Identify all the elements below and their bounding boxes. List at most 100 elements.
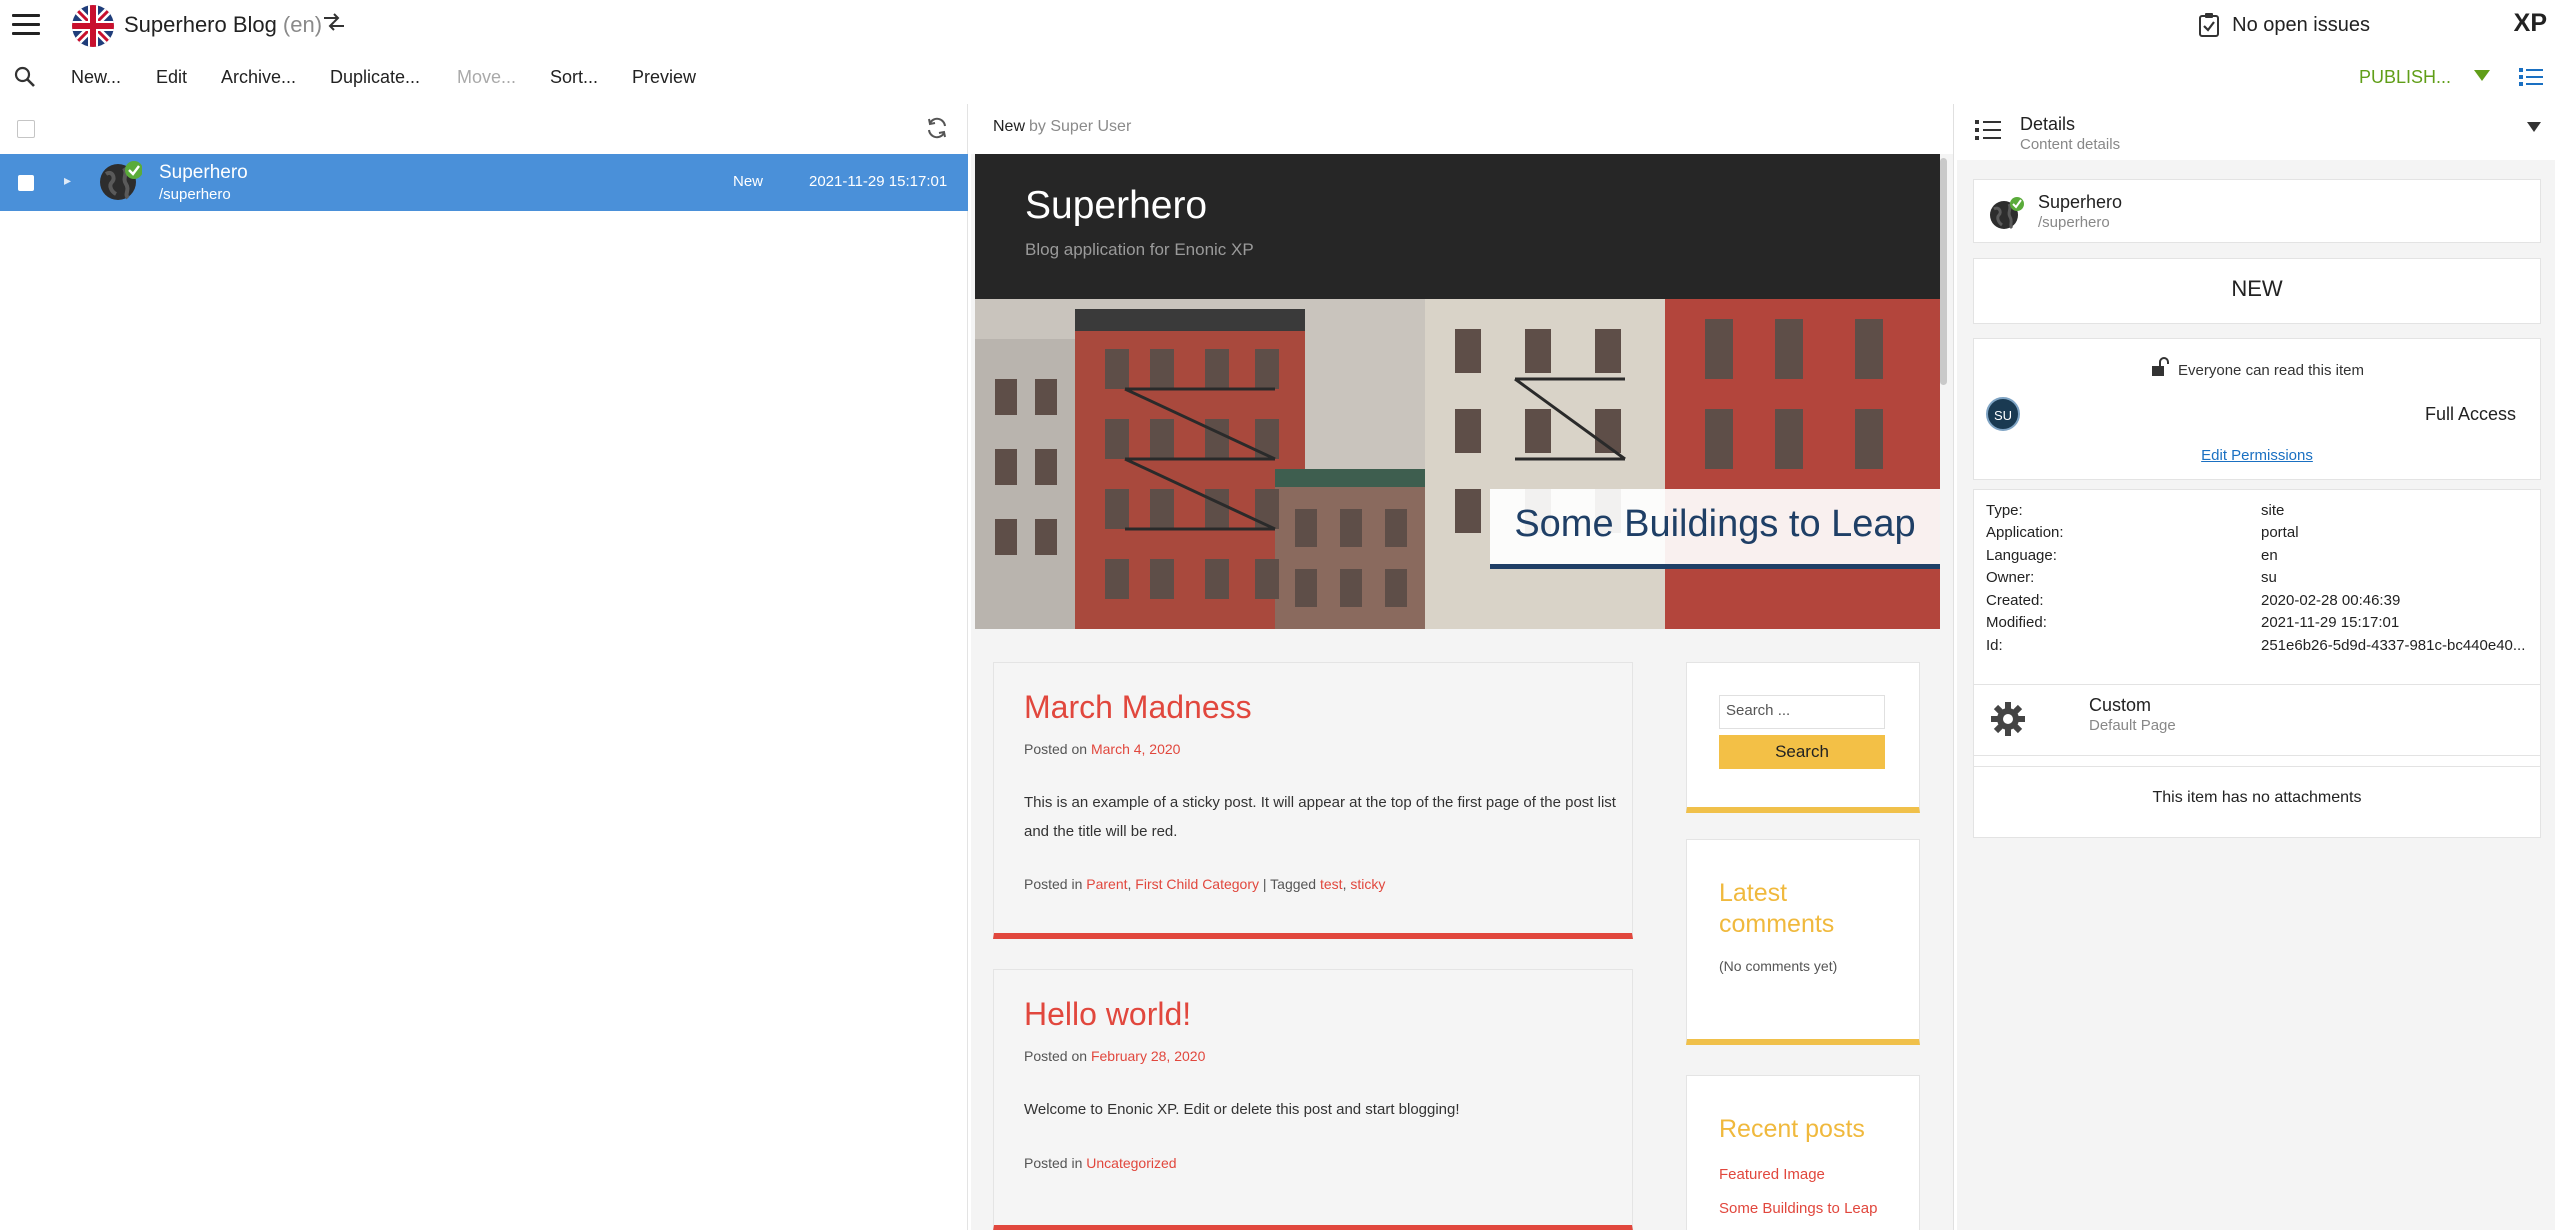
permissions-card: Everyone can read this item SU Full Acce… xyxy=(1973,338,2541,480)
property-value: su xyxy=(2261,569,2277,586)
unlock-icon xyxy=(2152,357,2170,376)
details-panel: Details Content details Superhero /super… xyxy=(1957,104,2555,1230)
sort-button[interactable]: Sort... xyxy=(550,67,598,88)
preview-button[interactable]: Preview xyxy=(632,67,696,88)
search-widget: Search ... Search xyxy=(1686,662,1920,813)
duplicate-button[interactable]: Duplicate... xyxy=(330,67,420,88)
post-meta: Posted on February 28, 2020 xyxy=(1024,1048,1205,1064)
edit-permissions-link[interactable]: Edit Permissions xyxy=(1974,447,2540,464)
preview-scrollbar[interactable] xyxy=(1940,158,1947,385)
content-tree-panel: ▸ Superhero /superhero New 2021-11-29 15… xyxy=(0,104,968,1230)
archive-button[interactable]: Archive... xyxy=(221,67,296,88)
no-comments-text: (No comments yet) xyxy=(1719,958,1838,974)
blog-post: Hello world! Posted on February 28, 2020… xyxy=(993,969,1633,1230)
gear-icon xyxy=(1990,701,2026,742)
details-title: Details xyxy=(2020,114,2076,134)
select-all-checkbox[interactable] xyxy=(17,120,35,138)
move-button[interactable]: Move... xyxy=(457,67,516,88)
property-value: 2020-02-28 00:46:39 xyxy=(2261,592,2401,609)
project-name: Superhero Blog xyxy=(124,12,277,37)
property-key: Owner: xyxy=(1986,569,2035,586)
issues-label: No open issues xyxy=(2232,13,2370,36)
recent-post-link[interactable]: Some Buildings to Leap xyxy=(1719,1200,1877,1217)
details-subtitle: Content details xyxy=(2020,136,2121,153)
property-key: Application: xyxy=(1986,524,2064,541)
post-title[interactable]: Hello world! xyxy=(1024,996,1191,1033)
property-key: Created: xyxy=(1986,592,2044,609)
property-key: Language: xyxy=(1986,547,2057,564)
site-header: Superhero Blog application for Enonic XP xyxy=(975,154,1940,299)
property-row: Modified: 2021-11-29 15:17:01 xyxy=(1986,614,2531,636)
issues-button[interactable]: No open issues xyxy=(2198,12,2370,38)
latest-comments-widget: Latest comments (No comments yet) xyxy=(1686,839,1920,1045)
attachments-card: This item has no attachments xyxy=(1973,766,2541,838)
site-title[interactable]: Superhero xyxy=(1025,184,1207,228)
attachments-text: This item has no attachments xyxy=(2152,789,2362,806)
page-template-card: Custom Default Page xyxy=(1973,684,2541,756)
recent-post-link[interactable]: Featured Image xyxy=(1719,1166,1825,1183)
publish-dropdown-icon[interactable] xyxy=(2473,68,2491,87)
preview-status: New xyxy=(993,118,1026,135)
expand-arrow-icon[interactable]: ▸ xyxy=(64,172,71,189)
publish-button[interactable]: PUBLISH... xyxy=(2359,67,2451,88)
clipboard-check-icon xyxy=(2199,13,2220,37)
property-value: en xyxy=(2261,547,2278,564)
post-title[interactable]: March Madness xyxy=(1024,689,1252,726)
refresh-icon[interactable] xyxy=(925,116,949,145)
widget-selector-dropdown-icon[interactable] xyxy=(2525,120,2543,139)
post-date-link[interactable]: February 28, 2020 xyxy=(1091,1048,1205,1064)
widget-title: Latest comments xyxy=(1719,879,1835,938)
hero-image: Some Buildings to Leap xyxy=(975,299,1940,629)
project-selector[interactable]: Superhero Blog (en) xyxy=(124,12,322,38)
widget-title: Recent posts xyxy=(1719,1115,1865,1143)
details-list-icon xyxy=(1975,118,2001,147)
permission-summary-text: Everyone can read this item xyxy=(2178,362,2364,379)
project-language: (en) xyxy=(282,12,323,37)
row-checkbox[interactable] xyxy=(18,175,34,191)
property-value: 2021-11-29 15:17:01 xyxy=(2261,614,2400,631)
post-date-link[interactable]: March 4, 2020 xyxy=(1091,741,1181,757)
tree-row[interactable]: ▸ Superhero /superhero New 2021-11-29 15… xyxy=(0,154,968,211)
category-link[interactable]: Parent xyxy=(1086,876,1127,892)
posted-in-label: Posted in xyxy=(1024,876,1083,892)
details-header: Details Content details xyxy=(1957,104,2555,160)
post-footer: Posted in Uncategorized xyxy=(1024,1155,1177,1171)
search-input[interactable]: Search ... xyxy=(1719,695,1885,729)
post-excerpt: This is an example of a sticky post. It … xyxy=(1024,794,1616,840)
preview-author: by Super User xyxy=(1029,118,1132,135)
access-level: Full Access xyxy=(2424,404,2516,424)
property-row: Id: 251e6b26-5d9d-4337-981c-bc440e40... xyxy=(1986,637,2531,659)
tag-link[interactable]: test xyxy=(1320,876,1343,892)
property-row: Application: portal xyxy=(1986,524,2531,546)
category-link[interactable]: Uncategorized xyxy=(1086,1155,1176,1171)
posted-on-label: Posted on xyxy=(1024,1048,1088,1064)
search-button[interactable]: Search xyxy=(1719,735,1885,769)
site-tagline: Blog application for Enonic XP xyxy=(1025,240,1254,259)
switch-project-icon[interactable] xyxy=(322,12,346,38)
property-key: Id: xyxy=(1986,637,2003,654)
property-key: Type: xyxy=(1986,502,2023,519)
hero-caption[interactable]: Some Buildings to Leap xyxy=(1490,489,1940,569)
permission-summary: Everyone can read this item xyxy=(1974,357,2540,379)
property-value: 251e6b26-5d9d-4337-981c-bc440e40... xyxy=(2261,637,2526,654)
content-name-card: Superhero /superhero xyxy=(1973,179,2541,243)
edit-button[interactable]: Edit xyxy=(156,67,187,88)
property-row: Type: site xyxy=(1986,502,2531,524)
property-row: Created: 2020-02-28 00:46:39 xyxy=(1986,592,2531,614)
uk-flag-icon xyxy=(72,5,114,47)
post-meta: Posted on March 4, 2020 xyxy=(1024,741,1180,757)
site-globe-icon xyxy=(98,160,143,204)
details-panel-toggle-icon[interactable] xyxy=(2519,66,2543,93)
property-value: portal xyxy=(2261,524,2299,541)
new-button[interactable]: New... xyxy=(71,67,121,88)
status-badge: NEW xyxy=(2231,276,2283,301)
content-path: /superhero xyxy=(2038,214,2110,231)
tag-link[interactable]: sticky xyxy=(1350,876,1385,892)
site-globe-icon xyxy=(1988,196,2024,232)
recent-posts-widget: Recent posts Featured Image Some Buildin… xyxy=(1686,1075,1920,1230)
category-link[interactable]: First Child Category xyxy=(1135,876,1259,892)
hamburger-menu-icon[interactable] xyxy=(12,14,40,36)
row-status: New xyxy=(733,173,764,190)
search-icon[interactable] xyxy=(14,66,36,93)
preview-panel: New by Super User Superhero Blog applicat… xyxy=(971,104,1954,1230)
